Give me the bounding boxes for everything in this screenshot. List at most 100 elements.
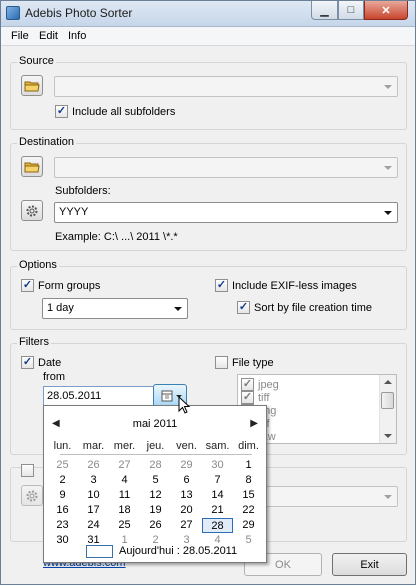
calendar-day[interactable]: 20 <box>171 503 202 518</box>
destination-path-combo[interactable] <box>54 157 398 178</box>
destination-legend: Destination <box>17 136 77 148</box>
weekday-header: jeu. <box>146 440 165 452</box>
maximize-button[interactable]: □ <box>338 1 364 20</box>
rename-checkbox[interactable]: ✓ <box>21 464 34 477</box>
calendar-day[interactable]: 28 <box>202 518 233 533</box>
calendar-day[interactable]: 12 <box>140 488 171 503</box>
chevron-down-icon <box>174 307 182 311</box>
calendar-day[interactable]: 6 <box>171 473 202 488</box>
menu-info[interactable]: Info <box>68 30 86 42</box>
calendar-day[interactable]: 5 <box>140 473 171 488</box>
calendar-day[interactable]: 9 <box>47 488 78 503</box>
date-picker-calendar[interactable]: ◀ mai 2011 ▶ lun. mar. mer. jeu. ven. sam. dim… <box>43 405 267 563</box>
weekday-header: dim. <box>238 440 259 452</box>
calendar-day[interactable]: 3 <box>78 473 109 488</box>
minimize-button[interactable]: ▁ <box>311 1 338 20</box>
calendar-day[interactable]: 7 <box>202 473 233 488</box>
scroll-down-icon[interactable] <box>384 434 392 438</box>
file-type-item[interactable]: ✓ tiff <box>241 391 269 404</box>
include-exifless-checkbox[interactable]: ✓ Include EXIF-less images <box>215 279 357 292</box>
calendar-day[interactable]: 26 <box>140 518 171 533</box>
scroll-up-icon[interactable] <box>384 380 392 384</box>
today-link[interactable]: Aujourd'hui : 28.05.2011 <box>119 545 237 557</box>
calendar-day[interactable]: 27 <box>171 518 202 533</box>
calendar-day[interactable]: 2 <box>47 473 78 488</box>
title-bar[interactable]: Adebis Photo Sorter ▁ □ ✕ <box>1 1 415 27</box>
close-icon: ✕ <box>381 4 391 17</box>
exit-button[interactable]: Exit <box>332 553 407 576</box>
calendar-month-title[interactable]: mai 2011 <box>44 418 266 430</box>
include-exifless-label: Include EXIF-less images <box>232 279 357 292</box>
weekday-header: mar. <box>82 440 105 452</box>
calendar-day[interactable]: 28 <box>140 458 171 473</box>
calendar-day[interactable]: 14 <box>202 488 233 503</box>
checkbox-empty-icon: ✓ <box>21 464 34 477</box>
folder-icon <box>24 81 40 91</box>
calendar-day[interactable]: 17 <box>78 503 109 518</box>
date-filter-checkbox[interactable]: ✓ Date <box>21 356 61 369</box>
calendar-day[interactable]: 21 <box>202 503 233 518</box>
checkbox-check-icon: ✓ <box>21 356 34 369</box>
checkbox-check-icon: ✓ <box>241 391 254 404</box>
gear-icon <box>26 205 38 216</box>
calendar-day[interactable]: 26 <box>78 458 109 473</box>
form-groups-checkbox[interactable]: ✓ Form groups <box>21 279 100 292</box>
checkbox-check-icon: ✓ <box>215 279 228 292</box>
main-window: Adebis Photo Sorter ▁ □ ✕ File Edit Info… <box>0 0 416 585</box>
subfolders-format-combo[interactable]: YYYY <box>54 202 398 223</box>
checkbox-check-icon: ✓ <box>241 378 254 391</box>
browse-destination-button[interactable] <box>21 156 43 177</box>
calendar-day[interactable]: 25 <box>47 458 78 473</box>
calendar-day[interactable]: 4 <box>109 473 140 488</box>
subfolders-label: Subfolders: <box>55 185 111 197</box>
weekday-header: sam. <box>205 440 230 452</box>
calendar-day[interactable]: 1 <box>233 458 264 473</box>
source-path-combo[interactable] <box>54 76 398 97</box>
rename-settings-button[interactable] <box>21 485 43 506</box>
app-icon <box>6 6 20 20</box>
calendar-day[interactable]: 15 <box>233 488 264 503</box>
weekday-header: lun. <box>53 440 72 452</box>
calendar-day[interactable]: 13 <box>171 488 202 503</box>
file-type-item[interactable]: ✓ jpeg <box>241 378 279 391</box>
calendar-day[interactable]: 8 <box>233 473 264 488</box>
include-subfolders-label: Include all subfolders <box>72 105 176 118</box>
file-type-label: jpeg <box>258 378 279 391</box>
calendar-day[interactable]: 23 <box>47 518 78 533</box>
calendar-day[interactable]: 5 <box>233 533 264 548</box>
file-type-scrollbar[interactable] <box>379 375 396 443</box>
calendar-day[interactable]: 16 <box>47 503 78 518</box>
source-legend: Source <box>17 55 56 67</box>
calendar-day[interactable]: 19 <box>140 503 171 518</box>
file-type-filter-label: File type <box>232 356 274 369</box>
menu-file[interactable]: File <box>11 30 29 42</box>
calendar-day[interactable]: 22 <box>233 503 264 518</box>
file-type-filter-checkbox[interactable]: ✓ File type <box>215 356 274 369</box>
checkbox-check-icon: ✓ <box>55 105 68 118</box>
maximize-icon: □ <box>347 4 355 16</box>
calendar-day[interactable]: 29 <box>171 458 202 473</box>
scrollbar-thumb[interactable] <box>381 392 394 409</box>
file-type-label: tiff <box>258 391 270 404</box>
calendar-divider <box>60 454 252 455</box>
calendar-day[interactable]: 29 <box>233 518 264 533</box>
sort-creation-time-label: Sort by file creation time <box>254 301 372 314</box>
calendar-day[interactable]: 11 <box>109 488 140 503</box>
calendar-day[interactable]: 27 <box>109 458 140 473</box>
close-button[interactable]: ✕ <box>364 1 408 20</box>
chevron-down-icon <box>384 211 392 215</box>
calendar-day[interactable]: 30 <box>47 533 78 548</box>
next-month-icon[interactable]: ▶ <box>250 418 258 429</box>
group-period-combo[interactable]: 1 day <box>42 298 188 319</box>
today-marker[interactable] <box>86 545 113 558</box>
calendar-day[interactable]: 30 <box>202 458 233 473</box>
calendar-day[interactable]: 10 <box>78 488 109 503</box>
calendar-day[interactable]: 24 <box>78 518 109 533</box>
calendar-day[interactable]: 18 <box>109 503 140 518</box>
sort-creation-time-checkbox[interactable]: ✓ Sort by file creation time <box>237 301 372 314</box>
include-subfolders-checkbox[interactable]: ✓ Include all subfolders <box>55 105 175 118</box>
calendar-day[interactable]: 25 <box>109 518 140 533</box>
menu-edit[interactable]: Edit <box>39 30 58 42</box>
subfolder-settings-button[interactable] <box>21 200 43 221</box>
browse-source-button[interactable] <box>21 75 43 96</box>
